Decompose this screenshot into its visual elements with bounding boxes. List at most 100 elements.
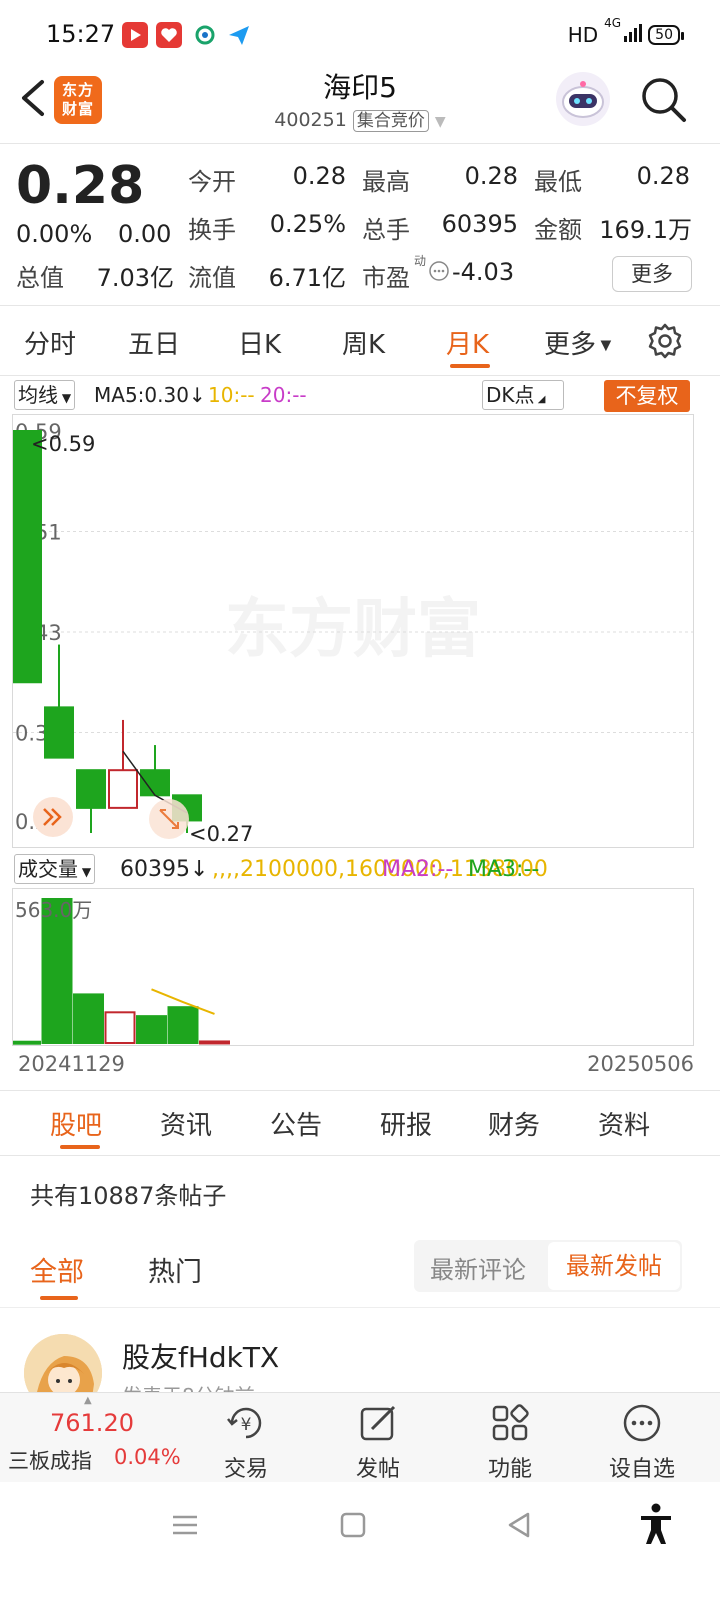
video-app-icon: [122, 22, 148, 48]
expand-left-icon[interactable]: [33, 797, 73, 837]
active-tab-indicator: [60, 1145, 100, 1149]
sort-latest-comment[interactable]: 最新评论: [430, 1250, 526, 1285]
stock-name[interactable]: 海印5: [0, 66, 720, 106]
quote-value: 6.71亿: [268, 264, 346, 292]
trade-button[interactable]: ¥ 交易: [206, 1401, 286, 1483]
dropdown-icon: ▼: [434, 114, 446, 130]
info-tabs: 股吧 资讯 公告 研报 财务 资料: [0, 1090, 720, 1156]
caret-up-icon: ▲: [84, 1395, 92, 1406]
assistant-robot-icon[interactable]: [556, 72, 610, 126]
mobile-app-icon: [192, 22, 218, 48]
home-icon[interactable]: [338, 1510, 368, 1544]
index-name[interactable]: 三板成指: [8, 1445, 92, 1475]
volume-bar: [104, 1011, 136, 1044]
tab-research[interactable]: 研报: [380, 1105, 432, 1142]
candle-body: [76, 769, 106, 809]
status-time: 15:27: [46, 20, 116, 48]
post-time: 发表于8分钟前: [122, 1380, 255, 1392]
trade-icon: ¥: [227, 1407, 262, 1439]
quote-value: 0.25%: [269, 210, 346, 238]
status-bar: 15:27 HD 4G 50: [0, 0, 720, 64]
sort-toggle: 最新评论 最新发帖: [414, 1240, 682, 1292]
sort-latest-post[interactable]: 最新发帖: [548, 1242, 680, 1290]
volume-ma2: MA2:--: [382, 857, 454, 882]
index-value[interactable]: 761.20: [50, 1409, 134, 1437]
stock-code: 400251: [274, 109, 347, 131]
volume-max-label: 563.0万: [15, 898, 92, 922]
kline-chart[interactable]: 东方财富0.590.510.430.350.27<0.59<0.27: [12, 414, 694, 848]
volume-type-select[interactable]: 成交量 ▼: [14, 854, 96, 884]
volume-indicator-row: 成交量 ▼ 60395↓ ,,,,2100000,1600000,1138000…: [0, 852, 720, 886]
volume-bar: [136, 1015, 167, 1045]
back-nav-icon[interactable]: [504, 1510, 534, 1544]
post-count: 共有10887条帖子: [30, 1182, 227, 1210]
avatar[interactable]: [24, 1334, 102, 1392]
tab-finance[interactable]: 财务: [488, 1105, 540, 1142]
tab-intraday[interactable]: 分时: [24, 324, 76, 361]
bottom-toolbar: ▲ 761.20 三板成指 0.04% ¥ 交易 发帖 功能 设自选: [0, 1392, 720, 1482]
svg-text:¥: ¥: [241, 1415, 252, 1435]
quote-panel: 0.28 0.00% 0.00 今开 0.28 最高 0.28 最低 0.28 …: [0, 146, 720, 306]
ma-indicator-row: 均线 ▼ MA5:0.30↓ 10:-- 20:-- DK点 ◢ 不复权: [0, 378, 720, 412]
dk-point-toggle[interactable]: DK点 ◢: [482, 380, 564, 410]
post-filter-tabs: 全部 热门 最新评论 最新发帖: [0, 1238, 720, 1308]
more-quote-button[interactable]: 更多: [612, 256, 692, 292]
stock-code-row[interactable]: 400251 集合竞价 ▼: [0, 106, 720, 132]
kline-chart-svg: 东方财富0.590.510.430.350.27<0.59<0.27: [12, 420, 693, 846]
edit-icon: [360, 1405, 396, 1441]
search-icon: [642, 78, 686, 122]
tab-weekly-k[interactable]: 周K: [342, 324, 385, 361]
network-label: HD: [567, 23, 599, 47]
tab-news[interactable]: 资讯: [160, 1105, 212, 1142]
tab-hot-posts[interactable]: 热门: [148, 1250, 202, 1289]
quote-label: 流值: [188, 264, 236, 292]
chart-end-date: 20250506: [587, 1052, 694, 1076]
more-dots-icon: [623, 1404, 661, 1442]
current-price: 0.28: [16, 156, 145, 216]
tab-daily-k[interactable]: 日K: [238, 324, 281, 361]
index-change: 0.04%: [114, 1445, 181, 1469]
accessibility-icon[interactable]: [638, 1502, 674, 1550]
post-button[interactable]: 发帖: [338, 1401, 418, 1483]
functions-button[interactable]: 功能: [470, 1401, 550, 1483]
tab-more[interactable]: 更多 ▼: [544, 324, 611, 361]
send-app-icon: [226, 22, 252, 48]
ma20-value: 20:--: [260, 383, 307, 407]
chart-settings-button[interactable]: [646, 322, 684, 360]
candle-body: [12, 430, 42, 684]
ma-type-select[interactable]: 均线 ▼: [14, 380, 76, 410]
tab-all-posts[interactable]: 全部: [30, 1250, 84, 1289]
menu-icon[interactable]: [170, 1510, 200, 1544]
volume-bar: [199, 1040, 230, 1045]
volume-bar: [167, 1006, 199, 1044]
adjust-type-button[interactable]: 不复权: [604, 380, 690, 412]
quote-label: 金额: [534, 216, 582, 244]
tab-profile[interactable]: 资料: [598, 1105, 650, 1142]
ma10-value: 10:--: [208, 383, 255, 407]
volume-chart-svg: 563.0万: [10, 898, 230, 1045]
tab-guba[interactable]: 股吧: [50, 1105, 102, 1142]
volume-bar: [73, 993, 104, 1044]
high-price-label: <0.59: [31, 432, 95, 456]
search-button[interactable]: [638, 74, 688, 124]
volume-chart[interactable]: 563.0万: [10, 888, 694, 1046]
quote-value: 0.28: [636, 162, 690, 190]
quote-label: 今开: [188, 168, 236, 196]
info-icon[interactable]: [428, 260, 450, 286]
tab-five-day[interactable]: 五日: [128, 324, 180, 361]
volume-bar: [10, 1040, 41, 1045]
quote-label: 换手: [188, 216, 236, 244]
post-item[interactable]: 股友fHdkTX 发表于8分钟前: [0, 1326, 720, 1392]
quote-value: 0.28: [464, 162, 518, 190]
fullscreen-icon[interactable]: [149, 799, 189, 839]
quote-value: 60395: [441, 210, 518, 238]
tab-monthly-k[interactable]: 月K: [446, 324, 489, 361]
post-username[interactable]: 股友fHdkTX: [122, 1336, 279, 1376]
quote-value: 0.28: [292, 162, 346, 190]
volume-ma3: MA3:--: [468, 857, 540, 882]
signal-icon: 4G: [604, 16, 643, 48]
add-watchlist-button[interactable]: 设自选: [602, 1401, 682, 1483]
low-price-label: <0.27: [189, 822, 253, 846]
tab-announcements[interactable]: 公告: [270, 1105, 322, 1142]
chart-period-tabs: 分时 五日 日K 周K 月K 更多 ▼: [0, 308, 720, 376]
